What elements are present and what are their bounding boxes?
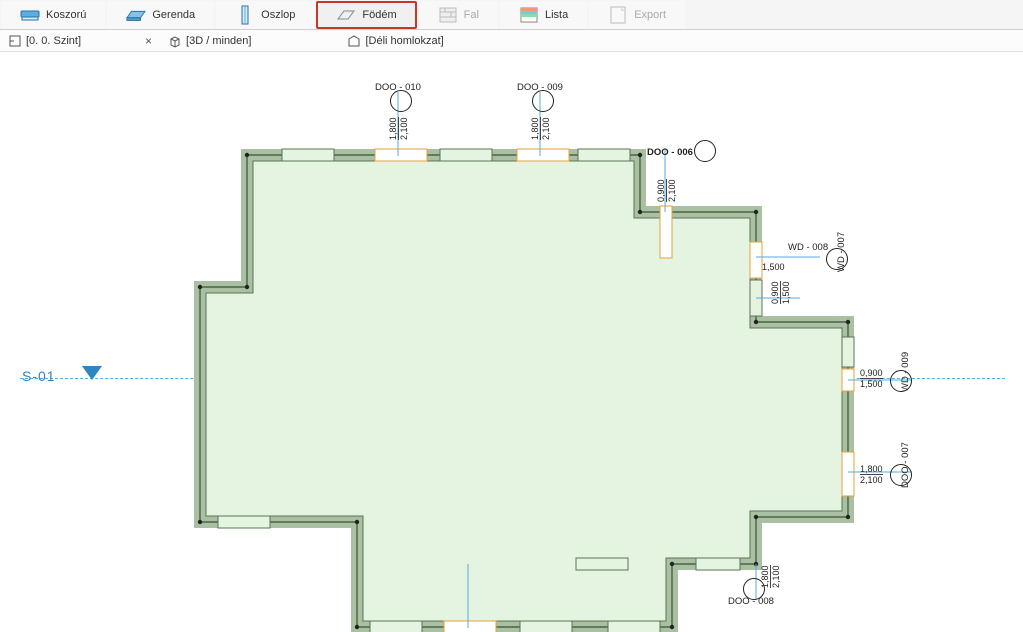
- fodem-icon: [336, 5, 356, 25]
- dimension-label: 1,8002,100: [860, 464, 883, 485]
- dimension-label: 1,500: [762, 262, 785, 272]
- fodem-button[interactable]: Födém: [316, 1, 416, 29]
- export-button[interactable]: Export: [589, 1, 685, 29]
- lista-button[interactable]: Lista: [500, 1, 587, 29]
- window-tag: WD - 008: [788, 242, 828, 253]
- cube-icon: [168, 34, 182, 48]
- dimension-label: 0,9001,500: [770, 281, 791, 304]
- gerenda-label: Gerenda: [152, 9, 195, 21]
- oszlop-button[interactable]: Oszlop: [216, 1, 314, 29]
- tag-circle-icon: [890, 464, 912, 486]
- gerenda-button[interactable]: Gerenda: [107, 1, 214, 29]
- export-label: Export: [634, 9, 666, 21]
- tag-circle-icon: [743, 578, 765, 600]
- dimension-label: 0,9002,100: [656, 179, 677, 202]
- tag-circle-icon: [694, 140, 716, 162]
- gerenda-icon: [126, 5, 146, 25]
- tab-3d-label: [3D / minden]: [186, 35, 251, 47]
- fal-button[interactable]: Fal: [419, 1, 498, 29]
- door-tag: DOO - 006: [647, 147, 693, 158]
- tag-circle-icon: [890, 370, 912, 392]
- dimension-label: 1,8002,100: [388, 117, 409, 140]
- tab-floor-plan[interactable]: [0. 0. Szint] ×: [0, 30, 160, 52]
- oszlop-label: Oszlop: [261, 9, 295, 21]
- koszoru-label: Koszorú: [46, 9, 86, 21]
- lista-icon: [519, 5, 539, 25]
- lista-label: Lista: [545, 9, 568, 21]
- elevation-icon: [347, 34, 361, 48]
- koszoru-icon: [20, 5, 40, 25]
- fodem-label: Födém: [362, 9, 396, 21]
- tab-elevation[interactable]: [Déli homlokzat]: [339, 30, 451, 52]
- tab-3d[interactable]: [3D / minden]: [160, 30, 259, 52]
- plan-icon: [8, 34, 22, 48]
- fal-label: Fal: [464, 9, 479, 21]
- main-toolbar: Koszorú Gerenda Oszlop Födém Fal Lista: [0, 0, 1023, 30]
- tab-elevation-label: [Déli homlokzat]: [365, 35, 443, 47]
- dimension-label: 1,8002,100: [530, 117, 551, 140]
- tag-circle-icon: [390, 90, 412, 112]
- dimension-label: 0,9001,500: [860, 368, 883, 389]
- close-icon[interactable]: ×: [145, 34, 152, 48]
- koszoru-button[interactable]: Koszorú: [1, 1, 105, 29]
- fal-icon: [438, 5, 458, 25]
- tag-circle-icon: [826, 248, 848, 270]
- oszlop-icon: [235, 5, 255, 25]
- tab-floor-plan-label: [0. 0. Szint]: [26, 35, 81, 47]
- tag-circle-icon: [532, 90, 554, 112]
- floor-plan-drawing: [0, 52, 1023, 632]
- export-icon: [608, 5, 628, 25]
- view-tabbar: [0. 0. Szint] × [3D / minden] [Déli homl…: [0, 30, 1023, 52]
- drawing-canvas[interactable]: S-01: [0, 52, 1023, 632]
